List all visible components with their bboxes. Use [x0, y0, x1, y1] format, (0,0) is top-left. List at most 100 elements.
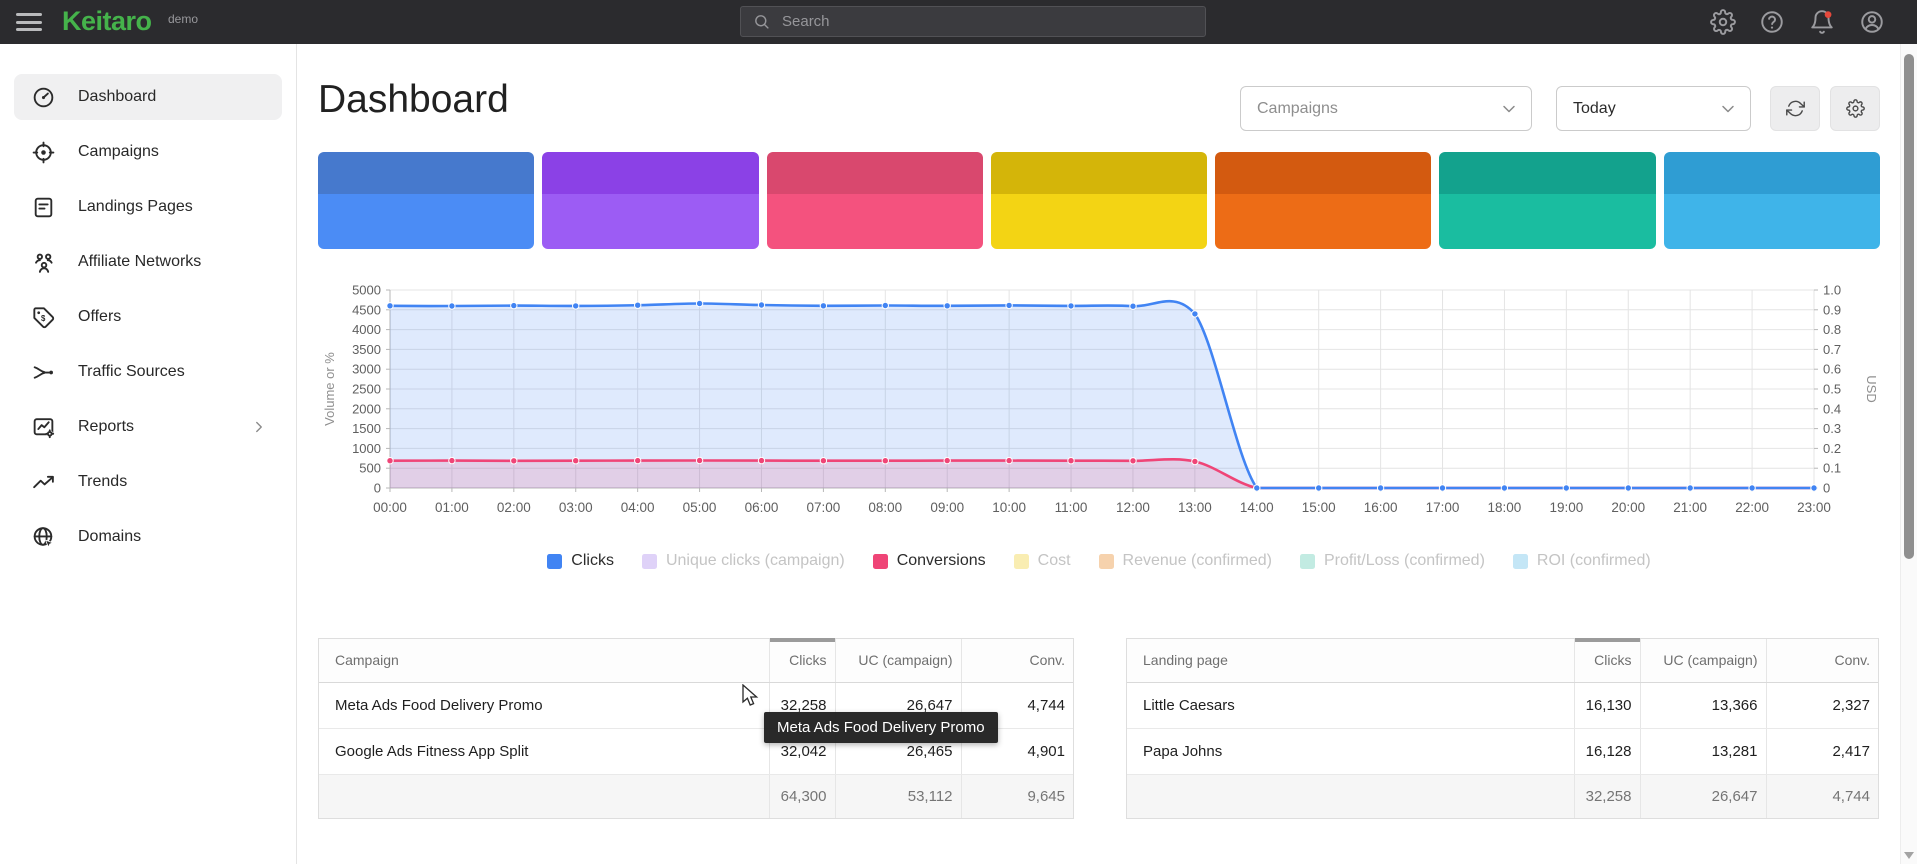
chart-svg: 00:0001:0002:0003:0004:0005:0006:0007:00… [318, 276, 1880, 532]
sidebar-item-traffic-sources[interactable]: Traffic Sources [14, 349, 282, 395]
row-tooltip: Meta Ads Food Delivery Promo [764, 712, 998, 743]
globe-icon [31, 525, 56, 550]
svg-text:0: 0 [1823, 481, 1830, 496]
help-icon[interactable] [1759, 9, 1785, 35]
table-row[interactable]: Papa Johns16,12813,2812,417 [1127, 728, 1878, 774]
sidebar-item-reports[interactable]: Reports [14, 404, 282, 450]
people-icon [31, 250, 56, 275]
sidebar-item-label: Offers [78, 308, 121, 326]
grouping-select[interactable]: Campaigns [1240, 86, 1532, 131]
column-header-uc-campaign[interactable]: UC (campaign) [1640, 639, 1766, 682]
sidebar-item-campaigns[interactable]: Campaigns [14, 129, 282, 175]
row-name-cell[interactable]: Little Caesars [1127, 682, 1574, 728]
column-header-campaign[interactable]: Campaign [319, 639, 769, 682]
scrollbar-thumb[interactable] [1904, 54, 1914, 559]
table-totals-row: 64,30053,1129,645 [319, 774, 1073, 818]
sidebar-item-dashboard[interactable]: Dashboard [14, 74, 282, 120]
account-icon[interactable] [1859, 9, 1885, 35]
svg-text:2500: 2500 [352, 382, 381, 397]
column-header-landing-page[interactable]: Landing page [1127, 639, 1574, 682]
column-header-clicks[interactable]: Clicks [769, 639, 835, 682]
global-search[interactable] [740, 6, 1206, 37]
search-input[interactable] [780, 12, 1164, 31]
notifications-bell-icon[interactable] [1809, 9, 1835, 35]
row-value-cell: 13,366 [1640, 682, 1766, 728]
page-title: Dashboard [318, 78, 509, 122]
mouse-cursor [742, 684, 764, 713]
sidebar-item-landings-pages[interactable]: Landings Pages [14, 184, 282, 230]
settings-icon[interactable] [1710, 9, 1736, 35]
dashboard-settings-button[interactable] [1830, 86, 1880, 131]
metric-card-label [542, 152, 758, 194]
app-root: Keitaro demo Dashboard Campaigns Landing… [0, 0, 1917, 864]
column-header-conv[interactable]: Conv. [1766, 639, 1878, 682]
period-select-value: Today [1573, 100, 1616, 118]
svg-text:0.7: 0.7 [1823, 342, 1841, 357]
column-header-uc-campaign[interactable]: UC (campaign) [835, 639, 961, 682]
trending-up-icon [31, 470, 56, 495]
sidebar-item-label: Dashboard [78, 88, 156, 106]
legend-chip [1099, 554, 1114, 569]
svg-text:3500: 3500 [352, 342, 381, 357]
svg-text:10:00: 10:00 [992, 500, 1026, 515]
legend-item-clicks[interactable]: Clicks [547, 552, 614, 570]
row-value-cell: 16,128 [1574, 728, 1640, 774]
metric-card-revenue-confirmed[interactable] [1215, 152, 1431, 249]
legend-chip [1014, 554, 1029, 569]
sidebar-item-domains[interactable]: Domains [14, 514, 282, 560]
legend-item-cost[interactable]: Cost [1014, 552, 1071, 570]
svg-text:04:00: 04:00 [621, 500, 655, 515]
row-value-cell: 13,281 [1640, 728, 1766, 774]
metric-card-label [1439, 152, 1655, 194]
legend-item-conversions[interactable]: Conversions [873, 552, 986, 570]
sidebar-item-trends[interactable]: Trends [14, 459, 282, 505]
row-name-cell[interactable]: Google Ads Fitness App Split [319, 728, 769, 774]
metric-card-clicks[interactable] [318, 152, 534, 249]
svg-text:0.9: 0.9 [1823, 302, 1841, 317]
legend-item-profit-loss-confirmed[interactable]: Profit/Loss (confirmed) [1300, 552, 1485, 570]
refresh-button[interactable] [1770, 86, 1820, 131]
svg-text:21:00: 21:00 [1673, 500, 1707, 515]
legend-label: Unique clicks (campaign) [666, 552, 845, 570]
svg-text:23:00: 23:00 [1797, 500, 1831, 515]
metric-card-conversions[interactable] [767, 152, 983, 249]
period-select[interactable]: Today [1556, 86, 1751, 131]
traffic-chart[interactable]: 00:0001:0002:0003:0004:0005:0006:0007:00… [318, 276, 1880, 532]
legend-item-unique-clicks-campaign[interactable]: Unique clicks (campaign) [642, 552, 845, 570]
document-icon [31, 195, 56, 220]
table-row[interactable]: Little Caesars16,13013,3662,327 [1127, 682, 1878, 728]
metric-card-cost[interactable] [991, 152, 1207, 249]
legend-item-roi-confirmed[interactable]: ROI (confirmed) [1513, 552, 1651, 570]
gauge-icon [31, 85, 56, 110]
sidebar-item-offers[interactable]: $ Offers [14, 294, 282, 340]
metric-card-label [318, 152, 534, 194]
metric-card-unique-clicks-campaign[interactable] [542, 152, 758, 249]
metric-card-roi-confirmed[interactable] [1664, 152, 1880, 249]
total-cell: 53,112 [835, 774, 961, 818]
target-icon [31, 140, 56, 165]
landing-pages-table: Landing pageClicksUC (campaign)Conv.Litt… [1126, 638, 1879, 819]
svg-text:14:00: 14:00 [1240, 500, 1274, 515]
price-tag-icon: $ [31, 305, 56, 330]
svg-text:0.5: 0.5 [1823, 382, 1841, 397]
chart-legend: Clicks Unique clicks (campaign) Conversi… [318, 552, 1880, 570]
column-header-clicks[interactable]: Clicks [1574, 639, 1640, 682]
row-name-cell[interactable]: Papa Johns [1127, 728, 1574, 774]
metric-card-value [1664, 194, 1880, 249]
svg-text:06:00: 06:00 [745, 500, 779, 515]
legend-item-revenue-confirmed[interactable]: Revenue (confirmed) [1099, 552, 1272, 570]
metric-card-profit-loss-confirmed[interactable] [1439, 152, 1655, 249]
sidebar-item-affiliate-networks[interactable]: Affiliate Networks [14, 239, 282, 285]
legend-label: Cost [1038, 552, 1071, 570]
row-name-cell[interactable]: Meta Ads Food Delivery Promo [319, 682, 769, 728]
page-scrollbar[interactable] [1900, 44, 1917, 864]
column-header-conv[interactable]: Conv. [961, 639, 1073, 682]
sidebar-item-label: Campaigns [78, 143, 159, 161]
svg-text:15:00: 15:00 [1302, 500, 1336, 515]
scrollbar-down-arrow-icon[interactable] [1904, 852, 1914, 859]
svg-text:07:00: 07:00 [806, 500, 840, 515]
legend-label: Profit/Loss (confirmed) [1324, 552, 1485, 570]
legend-chip [547, 554, 562, 569]
keitaro-logo[interactable]: Keitaro [62, 6, 152, 37]
hamburger-menu-button[interactable] [16, 11, 42, 33]
